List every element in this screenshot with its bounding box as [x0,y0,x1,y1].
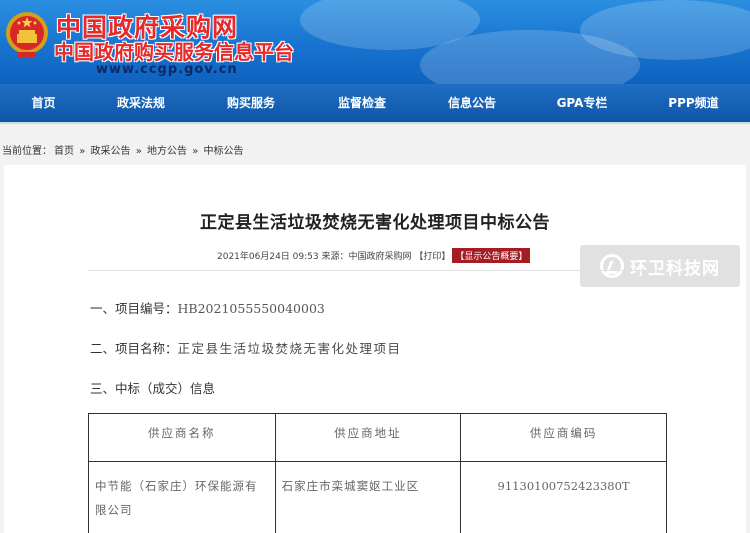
project-name-line: 二、项目名称：正定县生活垃圾焚烧无害化处理项目 [90,338,402,357]
article-title: 正定县生活垃圾焚烧无害化处理项目中标公告 [200,213,550,233]
supplier-code-cell: 91130100752423380T [460,461,667,533]
project-number-value: HB2021055550040003 [177,301,325,316]
breadcrumb-procurement[interactable]: 政采公告 [91,146,131,157]
breadcrumb-award[interactable]: 中标公告 [204,146,244,157]
site-subtitle: 中国政府购买服务信息平台 [54,40,294,64]
header-banner: 中国政府采购网 中国政府购买服务信息平台 www.ccgp.gov.cn [0,0,750,84]
supplier-table: 供应商名称 供应商地址 供应商编码 中节能（石家庄）环保能源有限公司 石家庄市栾… [88,413,667,533]
column-header-supplier-code: 供应商编码 [460,413,667,462]
breadcrumb-local[interactable]: 地方公告 [147,146,187,157]
column-header-supplier-name: 供应商名称 [88,413,276,462]
show-summary-button[interactable]: 【显示公告概要】 [452,248,531,263]
nav-item-regulations[interactable]: 政采法规 [87,84,195,122]
project-number-line: 一、项目编号：HB2021055550040003 [90,298,325,317]
meta-divider [88,270,664,271]
table-header-row: 供应商名称 供应商地址 供应商编码 [88,413,667,462]
project-name-value: 正定县生活垃圾焚烧无害化处理项目 [177,341,402,356]
nav-item-supervision[interactable]: 监督检查 [307,84,417,122]
nav-item-purchase-services[interactable]: 购买服务 [195,84,307,122]
breadcrumb-separator: » [135,146,142,157]
award-section-heading: 三、中标（成交）信息 [90,381,216,396]
table-row: 中节能（石家庄）环保能源有限公司 石家庄市栾城窦妪工业区 91130100752… [88,461,667,533]
national-emblem-icon [6,12,48,58]
watermark-text: 环卫科技网 [630,258,720,279]
project-name-label: 二、项目名称： [90,341,178,356]
nav-item-announcements[interactable]: 信息公告 [417,84,527,122]
watermark-logo-icon [600,254,624,278]
breadcrumb-separator: » [192,146,199,157]
article-meta: 2021年06月24日 09:53 来源：中国政府采购网 【打印】 【显示公告概… [217,248,531,263]
site-url[interactable]: www.ccgp.gov.cn [96,62,238,77]
nav-divider [0,122,750,124]
nav-item-ppp[interactable]: PPP频道 [637,84,750,122]
breadcrumb: 当前位置： 首页 » 政采公告 » 地方公告 » 中标公告 [2,142,246,157]
breadcrumb-separator: » [79,146,86,157]
breadcrumb-prefix: 当前位置： [2,146,52,157]
publish-info: 2021年06月24日 09:53 来源：中国政府采购网 【打印】 [217,252,451,262]
nav-item-gpa[interactable]: GPA专栏 [527,84,637,122]
supplier-name-cell: 中节能（石家庄）环保能源有限公司 [88,461,276,533]
breadcrumb-home[interactable]: 首页 [54,146,74,157]
main-nav: 首页 政采法规 购买服务 监督检查 信息公告 GPA专栏 PPP频道 [0,84,750,122]
column-header-supplier-address: 供应商地址 [274,413,462,462]
project-number-label: 一、项目编号： [90,301,178,316]
watermark: 环卫科技网 [580,245,740,287]
nav-item-home[interactable]: 首页 [0,84,87,122]
supplier-address-cell: 石家庄市栾城窦妪工业区 [274,461,462,533]
